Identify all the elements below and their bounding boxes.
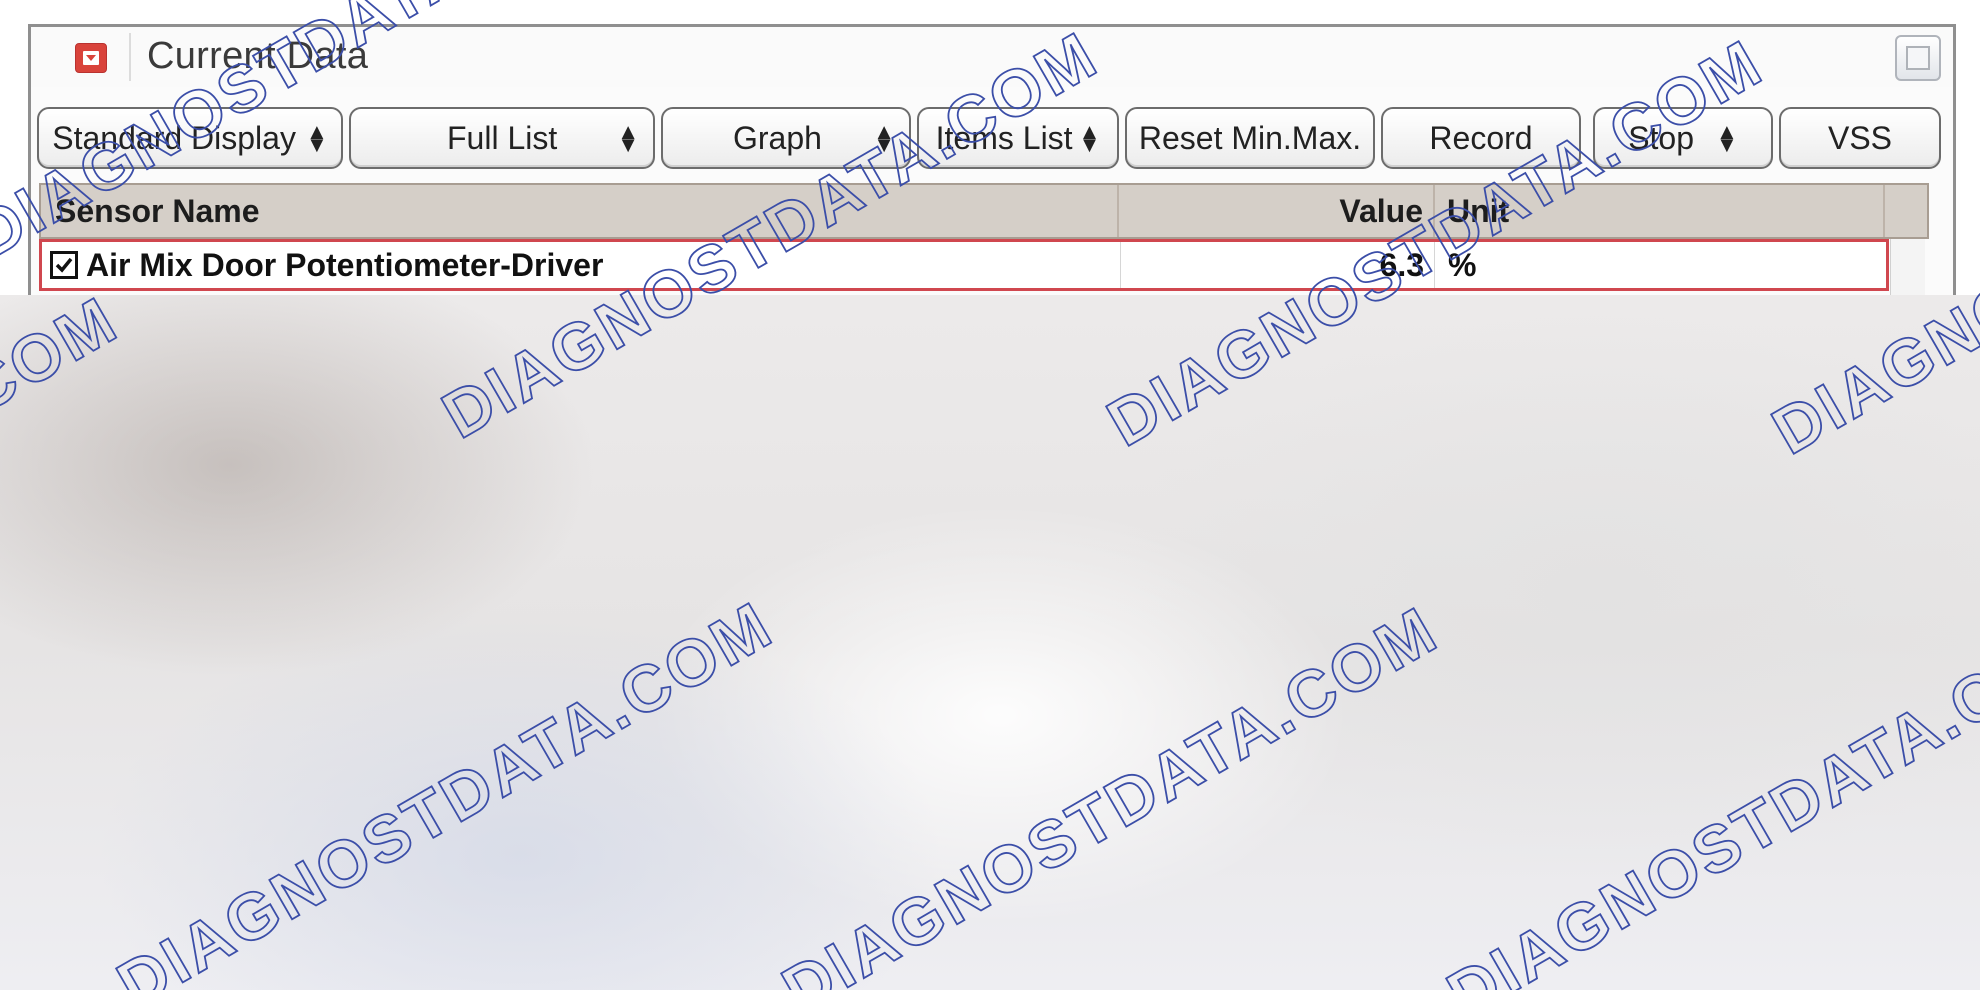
graph-select[interactable]: Graph ▲ ▼ <box>661 107 911 169</box>
record-button[interactable]: Record <box>1381 107 1581 169</box>
stop-label: Stop <box>1628 119 1695 156</box>
items-list-label: Items List <box>935 119 1073 156</box>
row-checkbox[interactable] <box>50 251 78 279</box>
column-divider <box>1117 185 1119 237</box>
full-list-select[interactable]: Full List ▲ ▼ <box>349 107 655 169</box>
current-data-panel: Current Data Standard Display ▲ ▼ Full Li… <box>28 24 1956 314</box>
up-down-arrows-icon: ▲ ▼ <box>305 119 328 157</box>
maximize-icon <box>1906 46 1930 70</box>
record-label: Record <box>1429 119 1533 156</box>
maximize-button[interactable] <box>1895 35 1941 81</box>
items-list-select[interactable]: Items List ▲ ▼ <box>917 107 1119 169</box>
cell-divider <box>1434 242 1435 288</box>
standard-display-select[interactable]: Standard Display ▲ ▼ <box>37 107 343 169</box>
vss-button[interactable]: VSS <box>1779 107 1941 169</box>
column-divider <box>1883 185 1885 237</box>
cell-divider <box>1120 242 1121 288</box>
table-header: Sensor Name Value Unit <box>39 183 1929 239</box>
column-header-sensor-name[interactable]: Sensor Name <box>55 185 260 237</box>
up-down-arrows-icon: ▲ ▼ <box>617 119 639 157</box>
vss-label: VSS <box>1827 119 1893 156</box>
up-down-arrows-icon: ▲ ▼ <box>1078 119 1101 157</box>
reset-min-max-label: Reset Min.Max. <box>1138 119 1362 156</box>
screenshot-area: Current Data Standard Display ▲ ▼ Full Li… <box>0 0 1980 314</box>
chevron-down-icon <box>83 51 99 65</box>
collapse-button[interactable] <box>75 43 107 73</box>
reset-min-max-button[interactable]: Reset Min.Max. <box>1125 107 1375 169</box>
sensor-name-cell: Air Mix Door Potentiometer-Driver <box>86 247 604 283</box>
stop-select[interactable]: Stop ▲ ▼ <box>1593 107 1773 169</box>
column-header-unit[interactable]: Unit <box>1447 185 1509 237</box>
full-list-label: Full List <box>447 119 558 156</box>
blurred-background <box>0 295 1980 990</box>
toolbar: Standard Display ▲ ▼ Full List ▲ ▼ Graph ▲… <box>37 107 1947 173</box>
table-row[interactable]: Air Mix Door Potentiometer-Driver 6.3 % <box>39 239 1889 291</box>
up-down-arrows-icon: ▲ ▼ <box>873 119 895 157</box>
value-cell: 6.3 <box>1379 247 1424 283</box>
unit-cell: % <box>1448 247 1477 283</box>
column-header-value[interactable]: Value <box>1131 185 1423 237</box>
title-divider <box>129 33 131 81</box>
graph-label: Graph <box>733 119 822 156</box>
vertical-scrollbar[interactable] <box>1890 239 1925 299</box>
panel-title-bar: Current Data <box>31 27 1953 87</box>
column-divider <box>1433 185 1435 237</box>
panel-title: Current Data <box>147 35 369 77</box>
checkmark-icon <box>55 257 73 273</box>
up-down-arrows-icon: ▲ ▼ <box>1716 119 1738 157</box>
standard-display-label: Standard Display <box>52 119 296 156</box>
